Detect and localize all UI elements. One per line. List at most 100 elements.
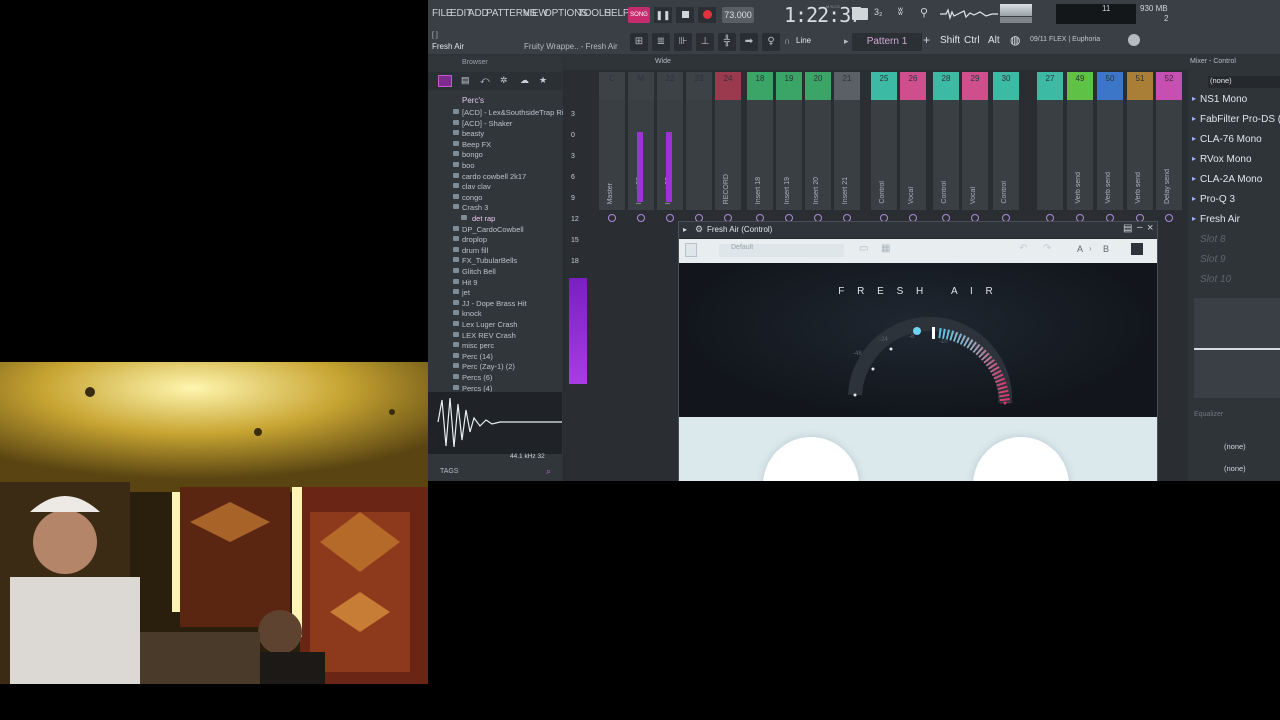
browser-item[interactable]: Lex Luger Crash (462, 320, 517, 329)
mic-icon[interactable]: ♀ (762, 33, 780, 51)
preset-select[interactable]: Default (719, 244, 844, 257)
alt-key-button[interactable]: Alt (988, 35, 1000, 46)
mixer-strip[interactable]: 52 Delay send (1156, 72, 1182, 222)
mixer-strip[interactable]: 19 Insert 19 (776, 72, 802, 222)
news-ticker[interactable]: 09/11 FLEX | Euphoria (1030, 36, 1100, 43)
snap-select[interactable]: Line (796, 36, 811, 45)
metronome-icon[interactable]: ⚲ (920, 6, 928, 19)
browser-item[interactable]: det rap (472, 214, 495, 223)
ctrl-key-button[interactable]: Ctrl (964, 35, 980, 46)
ab-b-button[interactable]: B (1103, 244, 1109, 254)
mixer-strip[interactable]: 49 Verb send (1067, 72, 1093, 222)
browser-item[interactable]: Perc (14) (462, 352, 493, 361)
mixer-strip[interactable]: 51 Verb send (1127, 72, 1153, 222)
mixer-strip[interactable]: 24 RECORD (715, 72, 741, 222)
plugin-minimize-icon[interactable]: – (1137, 222, 1143, 233)
send-knob[interactable] (637, 214, 645, 222)
mixer-strip[interactable]: 25 Control (871, 72, 897, 222)
effect-slot[interactable]: RVox Mono (1200, 154, 1252, 165)
effect-slot[interactable]: FabFilter Pro-DS (M (1200, 114, 1280, 125)
browser-all-icon[interactable] (438, 75, 452, 87)
time-display[interactable]: 1:22:37 (784, 3, 862, 27)
mixer-strip[interactable]: 29 Vocal (962, 72, 988, 222)
browser-item[interactable]: [ACD] - Shaker (462, 119, 512, 128)
mixer-strip[interactable]: 28 Control (933, 72, 959, 222)
channel-rack-icon[interactable]: ⊪ (674, 33, 692, 51)
countdown-icon[interactable]: 3₂ (874, 7, 883, 17)
menu-help[interactable]: HELP (604, 8, 630, 19)
stop-button[interactable] (676, 7, 694, 23)
ab-arrow-icon[interactable]: › (1089, 244, 1092, 253)
mixer-strip[interactable]: 26 Vocal (900, 72, 926, 222)
slot-arrow-icon[interactable]: ▸ (1192, 214, 1196, 223)
effect-slot[interactable]: CLA-76 Mono (1200, 134, 1262, 145)
browser-item[interactable]: bongo (462, 150, 483, 159)
effect-slot[interactable]: Pro-Q 3 (1200, 194, 1235, 205)
browser-search-icon[interactable]: ✲ (500, 75, 508, 86)
snap-icon[interactable]: ∩ (784, 36, 790, 46)
mixer-strip[interactable]: 30 Control (993, 72, 1019, 222)
piano-roll-icon[interactable]: ≣ (652, 33, 670, 51)
redo-icon[interactable]: ↷ (1043, 243, 1051, 254)
chat-icon[interactable]: ◍ (1010, 33, 1020, 47)
high-air-knob[interactable] (973, 437, 1069, 481)
browser-item[interactable]: Crash 3 (462, 203, 488, 212)
record-button[interactable] (698, 7, 716, 23)
plugin-help-icon[interactable] (1131, 243, 1143, 255)
plugin-menu-icon[interactable]: ▤ (1123, 223, 1132, 234)
browser-root-folder[interactable]: Perc's (462, 96, 484, 105)
effect-slot[interactable]: Fresh Air (1200, 214, 1240, 225)
browser-item[interactable]: drum fill (462, 246, 488, 255)
shift-key-button[interactable]: Shift (940, 35, 960, 46)
output-select-2[interactable]: (none) (1194, 464, 1280, 476)
output-select-1[interactable]: (none) (1194, 442, 1280, 454)
browser-item[interactable]: clav clav (462, 182, 491, 191)
browser-cloud-icon[interactable]: ☁ (520, 75, 529, 86)
browser-item[interactable]: Perc (Zay-1) (2) (462, 362, 515, 371)
mixer-strip[interactable]: 27 (1037, 72, 1063, 222)
effect-slot[interactable]: NS1 Mono (1200, 94, 1247, 105)
browser-back-icon[interactable]: ⤺ (480, 75, 490, 86)
mixer-strip[interactable]: 23 (686, 72, 712, 222)
playlist-icon[interactable]: ⊞ (630, 33, 648, 51)
slot-arrow-icon[interactable]: ▸ (1192, 94, 1196, 103)
send-knob[interactable] (1165, 214, 1173, 222)
slot-arrow-icon[interactable]: ▸ (1192, 174, 1196, 183)
browser-item[interactable]: congo (462, 193, 482, 202)
browser-star-icon[interactable]: ★ (539, 75, 547, 86)
add-pattern-icon[interactable]: + (923, 33, 930, 47)
pattern-select[interactable]: Pattern 1 (852, 33, 922, 51)
mixer-strip[interactable]: 50 Verb send (1097, 72, 1123, 222)
empty-slot[interactable]: Slot 9 (1200, 254, 1226, 265)
tempo-display[interactable]: 73.000 (722, 7, 754, 23)
save-preset-icon[interactable]: ▭ (859, 243, 868, 254)
step-edit-icon[interactable]: ʬ (898, 7, 903, 18)
browser-item[interactable]: Percs (6) (462, 373, 492, 382)
input-select[interactable]: (none) (1208, 76, 1280, 88)
slot-arrow-icon[interactable]: ▸ (1192, 154, 1196, 163)
browser-item[interactable]: misc perc (462, 341, 494, 350)
send-knob[interactable] (666, 214, 674, 222)
browser-item[interactable]: knock (462, 309, 482, 318)
browser-item[interactable]: FX_TubularBells (462, 256, 517, 265)
browser-item[interactable]: beasty (462, 129, 484, 138)
empty-slot[interactable]: Slot 10 (1200, 274, 1231, 285)
effect-slot[interactable]: CLA-2A Mono (1200, 174, 1262, 185)
empty-slot[interactable]: Slot 8 (1200, 234, 1226, 245)
mixer-strip[interactable]: 21 Insert 21 (834, 72, 860, 222)
typing-keyboard-icon[interactable] (852, 8, 868, 20)
browser-item[interactable]: Hit 9 (462, 278, 477, 287)
slot-arrow-icon[interactable]: ▸ (1192, 134, 1196, 143)
browser-folder-icon[interactable]: ▤ (461, 75, 470, 86)
eq-graph[interactable] (1194, 298, 1280, 398)
plugin-close-icon[interactable]: × (1147, 222, 1153, 234)
mid-air-knob[interactable] (763, 437, 859, 481)
mixer-strip[interactable]: 20 Insert 20 (805, 72, 831, 222)
browser-item[interactable]: LEX REV Crash (462, 331, 516, 340)
browser-item[interactable]: cardo cowbell 2k17 (462, 172, 526, 181)
plugin-arrow-icon[interactable]: ▸ (683, 225, 687, 234)
plugin-gear-icon[interactable]: ⚙ (695, 224, 703, 235)
pattern-prev-icon[interactable]: ▸ (844, 36, 849, 47)
browser-item[interactable]: Glitch Bell (462, 267, 496, 276)
online-icon[interactable] (1128, 34, 1140, 46)
